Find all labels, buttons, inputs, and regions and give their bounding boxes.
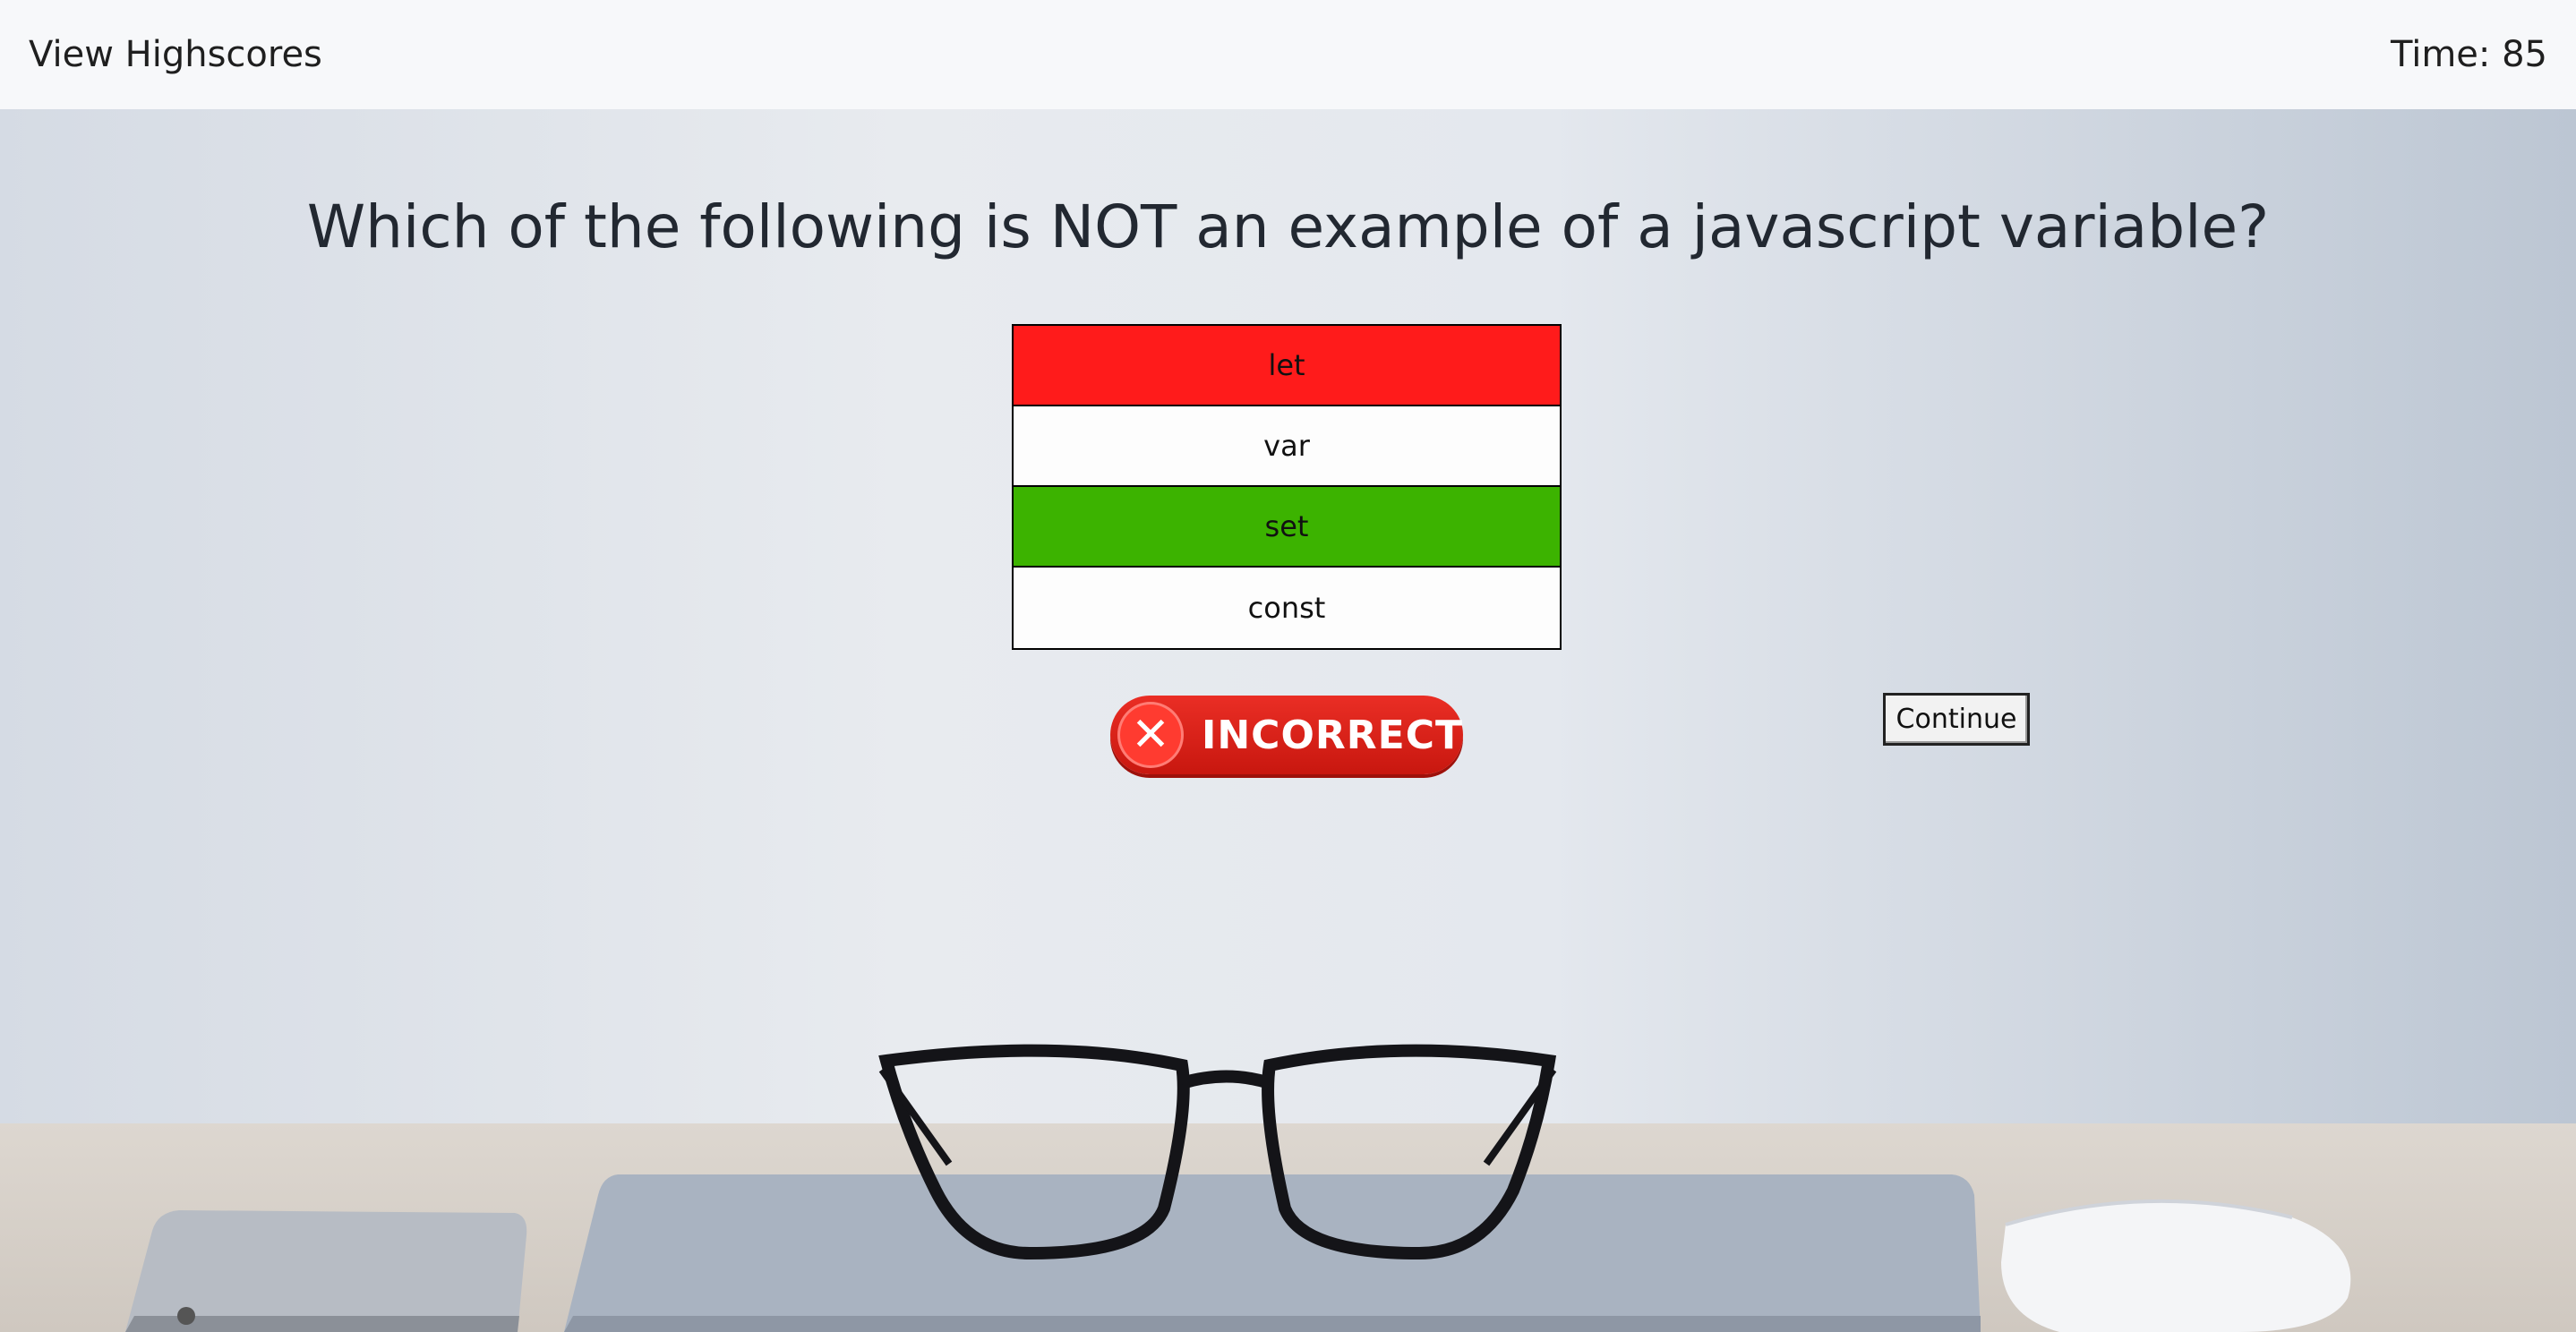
answer-option-set[interactable]: set: [1014, 487, 1560, 568]
view-highscores-link[interactable]: View Highscores: [29, 34, 322, 75]
incorrect-badge: ✕ INCORRECT: [1110, 696, 1463, 774]
phone-image: [125, 1210, 527, 1332]
mouse-image: [2001, 1199, 2351, 1332]
answer-list: let var set const: [1012, 324, 1562, 650]
incorrect-badge-label: INCORRECT: [1201, 712, 1463, 758]
top-bar: View Highscores Time: 85: [0, 0, 2576, 109]
answer-option-let[interactable]: let: [1014, 326, 1560, 406]
timer: Time: 85: [2391, 34, 2547, 75]
answer-option-var[interactable]: var: [1014, 406, 1560, 487]
answer-option-const[interactable]: const: [1014, 568, 1560, 648]
question-text: Which of the following is NOT an example…: [306, 192, 2270, 261]
laptop-image: [564, 1174, 1981, 1332]
continue-button[interactable]: Continue: [1883, 693, 2030, 746]
quiz-page: View Highscores Time: 85 Which of the fo…: [0, 0, 2576, 1332]
x-circle-icon: ✕: [1117, 702, 1184, 768]
